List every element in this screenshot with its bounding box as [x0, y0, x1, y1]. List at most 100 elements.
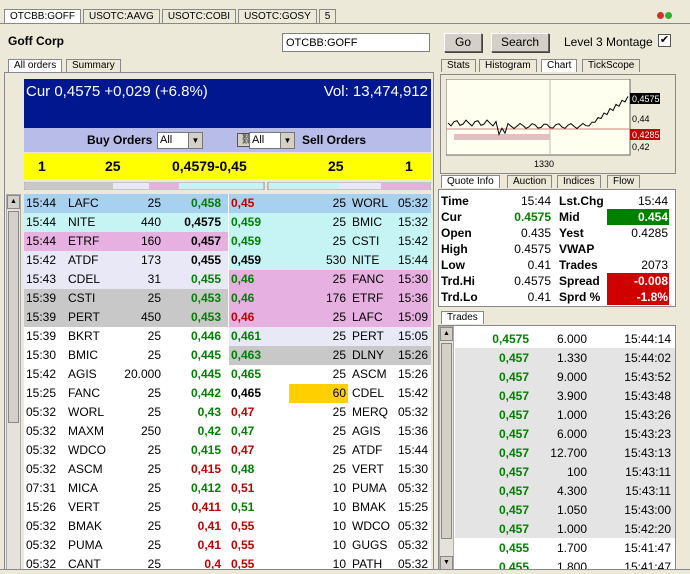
tab-quote-info[interactable]: Quote Info [441, 175, 500, 188]
book-row: 05:32 WDCO 25 0,415 0,47 25 ATDF 15:44 [24, 441, 431, 460]
book-scrollbar[interactable]: ▲ [6, 194, 21, 572]
trade-time: 15:44:14 [624, 332, 671, 346]
time-and-sales: ▲ ▼ 0,4575 6.000 15:44:14 0,457 1.330 15:44:0… [438, 325, 676, 572]
bid-price: 0,415 [190, 443, 221, 457]
ask-price: 0,465 [231, 367, 262, 381]
company-name: Goff Corp [8, 34, 64, 48]
chart-y-tick: 0,42 [632, 142, 650, 152]
bid-time: 15:39 [26, 329, 57, 343]
trades-scrollbar[interactable]: ▲ ▼ [439, 326, 454, 571]
book-row: 15:44 ETRF 160 0,457 0,459 25 CSTI 15:42 [24, 232, 431, 251]
bid-mm: WORL [68, 405, 104, 419]
bid-mm: MAXM [68, 424, 104, 438]
ask-time: 15:32 [397, 215, 428, 229]
quote-row: Cur 0.4575 Mid 0.454 [439, 209, 677, 225]
trade-time: 15:43:13 [624, 446, 671, 460]
bid-price: 0,4575 [184, 215, 221, 229]
trade-price: 0,457 [498, 522, 529, 536]
ask-price: 0,465 [231, 386, 262, 400]
book-row: 05:32 PUMA 25 0,41 0,55 10 GUGS 05:32 [24, 536, 431, 555]
ask-price: 0,47 [231, 424, 255, 438]
ask-mm: PERT [352, 329, 384, 343]
book-row: 15:42 ATDF 173 0,455 0,459 530 NITE 15:44 [24, 251, 431, 270]
chevron-down-icon: ▼ [188, 133, 202, 148]
scrollbar-thumb[interactable] [8, 211, 19, 423]
symbol-tab-1[interactable]: USOTC:AAVG [83, 9, 160, 23]
sell-filter-select[interactable]: All ▼ [249, 132, 295, 149]
book-row: 05:32 BMAK 25 0,41 0,55 10 WDCO 05:32 [24, 517, 431, 536]
tab-all-orders[interactable]: All orders [8, 59, 63, 72]
current-price: Cur 0,4575 +0,029 (+6.8%) [26, 83, 208, 100]
trade-size: 1.330 [556, 351, 587, 365]
status-icon-red[interactable] [657, 12, 664, 19]
search-button[interactable]: Search [491, 33, 549, 52]
symbol-tab-3[interactable]: USOTC:GOSY [238, 9, 317, 23]
bid-time: 15:44 [26, 234, 57, 248]
bid-mm: FANC [68, 386, 101, 400]
ask-size: 25 [332, 367, 346, 381]
scroll-up-icon[interactable]: ▲ [7, 195, 20, 209]
trade-time: 15:43:52 [624, 370, 671, 384]
bid-time: 05:32 [26, 424, 57, 438]
bid-price: 0,455 [190, 253, 221, 267]
trade-price: 0,457 [498, 465, 529, 479]
bid-mm: BMAK [68, 519, 103, 533]
ask-mm: CDEL [352, 386, 385, 400]
bid-size: 250 [140, 424, 161, 438]
bid-mm: PERT [68, 310, 100, 324]
tab-stats[interactable]: Stats [441, 59, 476, 72]
ask-time: 15:30 [397, 462, 428, 476]
symbol-tab-0[interactable]: OTCBB:GOFF [4, 9, 81, 23]
symbol-tab-4[interactable]: 5 [318, 9, 337, 23]
ask-price: 0,51 [231, 500, 255, 514]
symbol-tab-2[interactable]: USOTC:COBI [161, 9, 237, 23]
scroll-down-icon[interactable]: ▼ [440, 556, 453, 570]
trade-price: 0,457 [498, 351, 529, 365]
bid-mm: PUMA [68, 538, 103, 552]
ask-size: 10 [332, 481, 346, 495]
go-button[interactable]: Go [444, 33, 482, 52]
ask-time: 15:36 [397, 291, 428, 305]
bid-size: 31 [147, 272, 161, 286]
ask-price: 0,461 [231, 329, 262, 343]
level3-checkbox[interactable]: ✔ [658, 34, 671, 47]
chevron-down-icon: ▼ [280, 133, 294, 148]
tab-tickscope[interactable]: TickScope [582, 59, 641, 72]
ask-mm: ATDF [352, 443, 383, 457]
status-icon-green[interactable] [665, 12, 672, 19]
chart-y-tick: 0,44 [632, 114, 650, 124]
bid-size: 25 [147, 481, 161, 495]
trade-size: 1.000 [556, 408, 587, 422]
bid-size: 25 [147, 386, 161, 400]
trade-size: 1.050 [556, 503, 587, 517]
ask-mm: DLNY [352, 348, 385, 362]
tab-summary[interactable]: Summary [66, 59, 121, 72]
trade-row: 0,457 100 15:43:11 [455, 462, 675, 481]
tab-flow[interactable]: Flow [607, 175, 641, 188]
book-row: 15:30 BMIC 25 0,445 0,463 25 DLNY 15:26 [24, 346, 431, 365]
tab-chart[interactable]: Chart [541, 59, 578, 72]
bid-price: 0,42 [197, 424, 221, 438]
tab-auction[interactable]: Auction [507, 175, 553, 188]
ask-size: 25 [332, 348, 346, 362]
tab-indices[interactable]: Indices [557, 175, 601, 188]
trade-row: 0,457 1.000 15:43:26 [455, 405, 675, 424]
tab-trades[interactable]: Trades [441, 311, 484, 324]
ask-size: 25 [332, 215, 346, 229]
scrollbar-thumb[interactable] [441, 343, 452, 539]
ask-price: 0,46 [231, 310, 255, 324]
scroll-up-icon[interactable]: ▲ [440, 327, 453, 341]
ask-mm: VERT [352, 462, 384, 476]
symbol-input[interactable] [282, 33, 430, 52]
ask-mm: NITE [352, 253, 380, 267]
ask-size: 176 [325, 291, 346, 305]
buy-filter-select[interactable]: All ▼ [157, 132, 203, 149]
bid-time: 05:32 [26, 443, 57, 457]
bid-price: 0,412 [190, 481, 221, 495]
bid-mm: ATDF [68, 253, 99, 267]
sell-orders-label: Sell Orders [302, 133, 367, 147]
quote-label: Sprd % [559, 290, 601, 304]
tab-histogram[interactable]: Histogram [479, 59, 537, 72]
ask-mm: WDCO [352, 519, 390, 533]
trade-price: 0,457 [498, 389, 529, 403]
